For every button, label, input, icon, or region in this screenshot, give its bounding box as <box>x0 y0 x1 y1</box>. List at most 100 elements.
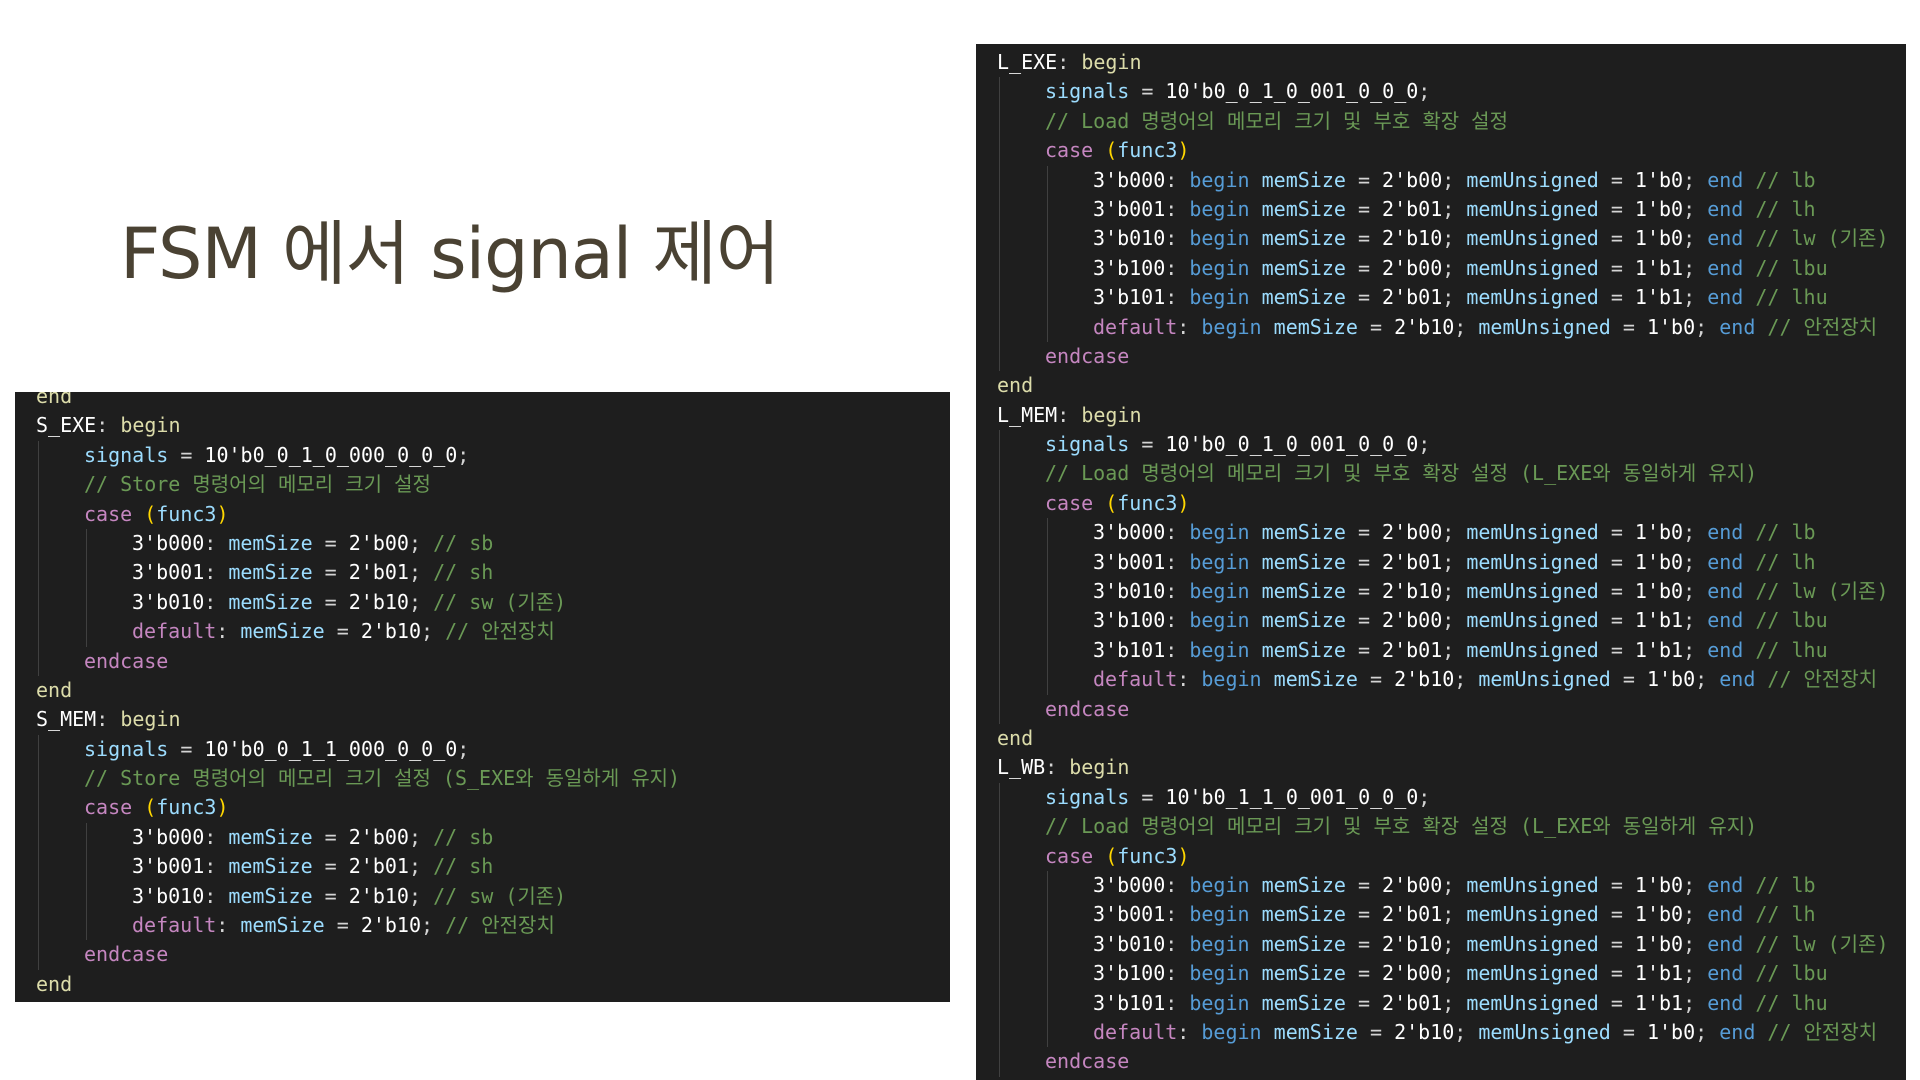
code-token: end <box>997 725 1034 750</box>
code-token: = <box>1598 255 1635 280</box>
code-token: // sb <box>433 530 494 555</box>
code-line: case (func3) <box>997 841 1889 871</box>
code-line: 3'b100: begin memSize = 2'b00; memUnsign… <box>997 959 1889 989</box>
indent-guide <box>999 694 1000 724</box>
code-token: 10'b0_0_1_0_000_0_0_0 <box>204 442 458 467</box>
code-token: ; <box>1683 931 1708 956</box>
code-line: end <box>997 371 1889 400</box>
code-token: begin <box>1189 226 1250 251</box>
code-token: // Store 명령어의 메모리 크기 설정 (S_EXE와 동일하게 유지) <box>84 766 681 791</box>
code-token: ; <box>1695 314 1720 339</box>
code-line: S_MEM: begin <box>36 705 680 734</box>
code-token: end <box>36 677 73 702</box>
indent-guide <box>86 558 87 588</box>
code-token: 1'b1 <box>1634 285 1684 310</box>
code-token: = <box>1598 285 1635 310</box>
code-token: // 안전장치 <box>1767 1019 1878 1044</box>
indent-guide <box>38 822 39 853</box>
code-token: default <box>132 913 217 938</box>
code-token: ; <box>1442 549 1467 574</box>
indent-guide <box>1047 547 1048 578</box>
code-line: 3'b010: memSize = 2'b10; // sw (기존) <box>36 587 680 618</box>
code-token: 2'b00 <box>348 824 409 849</box>
code-token: memSize <box>1261 255 1346 280</box>
indent-guide <box>38 440 39 471</box>
code-token: 2'b01 <box>348 560 409 585</box>
code-line: case (func3) <box>997 488 1889 519</box>
indent-guide <box>86 852 87 882</box>
code-token: : <box>1165 931 1190 956</box>
code-token: // sw (기존) <box>433 589 567 614</box>
code-token: 2'b10 <box>348 883 409 908</box>
code-line: // Load 명령어의 메모리 크기 및 부호 확장 설정 <box>997 106 1889 137</box>
code-token: ; <box>1683 520 1708 545</box>
indent-guide <box>38 911 39 941</box>
code-token: ) <box>1177 490 1190 515</box>
code-token: end <box>1719 667 1756 692</box>
code-token: memUnsigned <box>1466 579 1599 604</box>
code-token: 1'b1 <box>1634 990 1684 1015</box>
code-line: // Load 명령어의 메모리 크기 및 부호 확장 설정 (L_EXE와 동… <box>997 459 1889 489</box>
code-token: memSize <box>228 530 313 555</box>
code-token: ( <box>1093 490 1118 515</box>
indent-guide <box>999 988 1000 1018</box>
code-token: = <box>1345 902 1383 927</box>
code-token: ; <box>421 913 446 938</box>
code-token: 3'b000 <box>132 530 205 555</box>
code-token: endcase <box>84 942 169 967</box>
code-token: = <box>1598 931 1635 956</box>
code-token: 3'b000 <box>1093 167 1166 192</box>
code-token: : <box>204 589 229 614</box>
indent-guide <box>999 283 1000 313</box>
code-token: memUnsigned <box>1466 255 1599 280</box>
code-token: begin <box>1189 255 1250 280</box>
code-token: = <box>312 883 349 908</box>
code-token: : <box>1165 990 1190 1015</box>
code-token: = <box>1598 990 1635 1015</box>
code-token: ; <box>1442 961 1467 986</box>
code-token: = <box>1610 667 1647 692</box>
code-token: end <box>1719 314 1756 339</box>
code-line: end <box>36 970 680 999</box>
code-token: ; <box>1442 167 1467 192</box>
code-token: memUnsigned <box>1466 931 1599 956</box>
code-token: 2'b01 <box>1382 902 1443 927</box>
code-token: = <box>168 736 205 761</box>
code-token: 3'b000 <box>1093 520 1166 545</box>
code-token: 10'b0_0_1_1_000_0_0_0 <box>204 736 458 761</box>
code-line: 3'b101: begin memSize = 2'b01; memUnsign… <box>997 283 1889 313</box>
code-token: 2'b00 <box>1382 608 1443 633</box>
code-token: ) <box>216 795 229 820</box>
code-token: : <box>1165 520 1190 545</box>
code-token: 3'b001 <box>1093 549 1166 574</box>
indent-guide <box>999 459 1000 489</box>
code-lines: end S_EXE: begin signals = 10'b0_0_1_0_000… <box>36 392 680 1002</box>
code-line: endcase <box>997 341 1889 372</box>
code-token: 2'b01 <box>1382 549 1443 574</box>
code-token: 3'b001 <box>1093 196 1166 221</box>
code-token: begin <box>1189 285 1250 310</box>
code-token: // lw (기존) <box>1755 931 1889 956</box>
code-line: case (func3) <box>997 136 1889 166</box>
code-token: ; <box>1683 255 1708 280</box>
code-token: end <box>1707 931 1744 956</box>
code-token: 1'b0 <box>1634 520 1684 545</box>
indent-guide <box>1047 870 1048 901</box>
indent-guide <box>38 940 39 970</box>
code-token: : <box>1165 579 1190 604</box>
code-token: // lb <box>1755 872 1816 897</box>
code-token: ; <box>1442 931 1467 956</box>
code-token: = <box>1345 255 1383 280</box>
code-token: 2'b10 <box>1382 579 1443 604</box>
code-token: ; <box>1418 432 1431 457</box>
code-token: 10'b0_0_1_0_001_0_0_0 <box>1165 432 1419 457</box>
indent-guide <box>1047 959 1048 989</box>
code-token: end <box>1707 520 1744 545</box>
code-token: 3'b001 <box>132 560 205 585</box>
